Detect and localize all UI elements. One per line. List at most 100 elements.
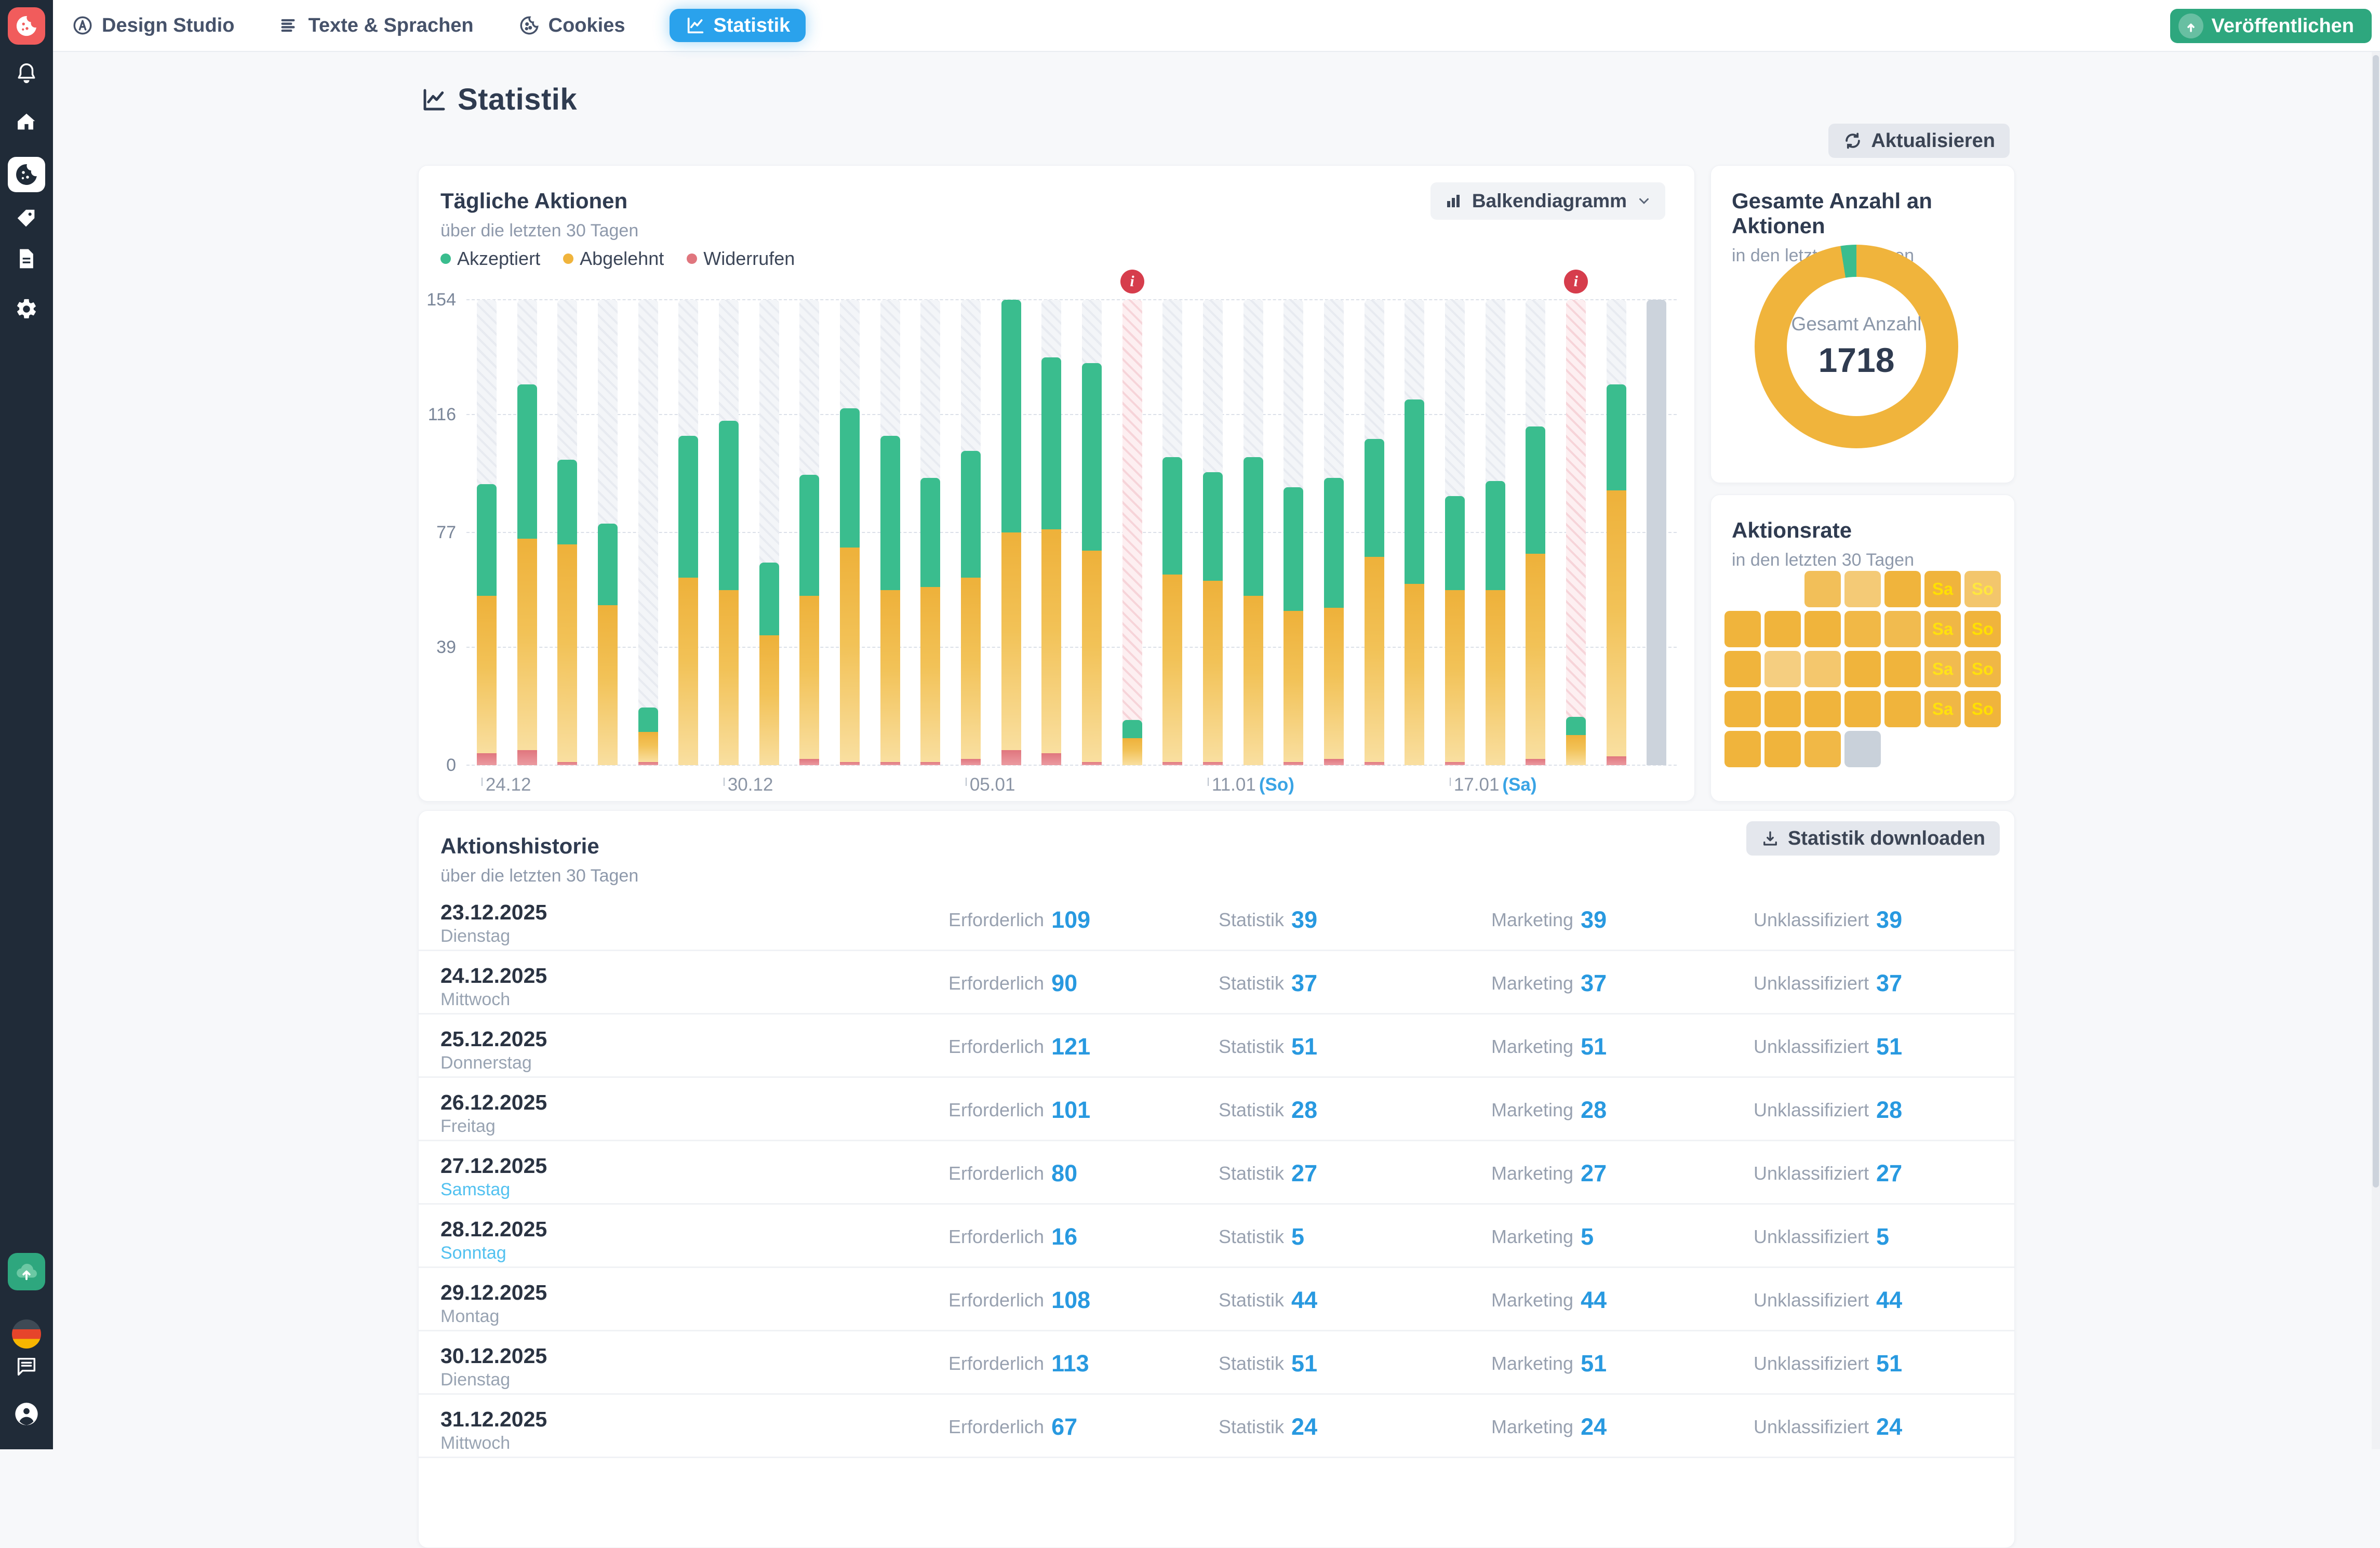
- stacked-bar[interactable]: [1486, 481, 1505, 765]
- stacked-bar-chart[interactable]: 03977116154ii 24.12 30.12 05.01 11.01 (S…: [466, 300, 1677, 765]
- history-row[interactable]: 28.12.2025 Sonntag Erforderlich 16 Stati…: [419, 1205, 2014, 1268]
- history-row[interactable]: 26.12.2025 Freitag Erforderlich 101 Stat…: [419, 1078, 2014, 1141]
- stacked-bar[interactable]: [517, 384, 537, 765]
- nav-statistik-active[interactable]: Statistik: [670, 9, 806, 42]
- heatmap-cell[interactable]: So: [1964, 611, 2001, 647]
- language-flag-german[interactable]: [12, 1319, 41, 1349]
- heatmap-cell[interactable]: [1724, 691, 1761, 727]
- sidebar-item-feedback[interactable]: [0, 1355, 53, 1379]
- heatmap-cell[interactable]: [1884, 571, 1921, 607]
- legend-item[interactable]: Akzeptiert: [440, 248, 540, 270]
- sidebar-item-notifications[interactable]: [0, 61, 53, 85]
- sidebar-item-profile[interactable]: [0, 1400, 53, 1427]
- stacked-bar[interactable]: [477, 484, 497, 765]
- history-row[interactable]: 23.12.2025 Dienstag Erforderlich 109 Sta…: [419, 888, 2014, 951]
- chart-type-select[interactable]: Balkendiagramm: [1430, 182, 1665, 220]
- heatmap-cell[interactable]: [1804, 731, 1841, 767]
- stacked-bar[interactable]: [557, 460, 577, 765]
- heatmap-cell[interactable]: [1804, 691, 1841, 727]
- heatmap-cell[interactable]: [1884, 651, 1921, 687]
- stacked-bar[interactable]: [759, 563, 779, 765]
- stacked-bar[interactable]: [1445, 496, 1465, 765]
- sidebar-item-cookies-active[interactable]: [8, 157, 45, 192]
- heatmap-cell[interactable]: So: [1964, 651, 2001, 687]
- stacked-bar[interactable]: [1203, 472, 1223, 765]
- stacked-bar[interactable]: [1041, 357, 1061, 765]
- heatmap-cell[interactable]: [1804, 571, 1841, 607]
- heatmap-cell[interactable]: [1804, 651, 1841, 687]
- publish-button[interactable]: Veröffentlichen: [2170, 9, 2372, 43]
- nav-design-studio[interactable]: Design Studio: [72, 15, 234, 37]
- stacked-bar[interactable]: [799, 475, 819, 765]
- nav-texte-sprachen[interactable]: Texte & Sprachen: [279, 15, 473, 37]
- stacked-bar[interactable]: [638, 708, 658, 765]
- scrollbar-thumb[interactable]: [2373, 55, 2379, 1187]
- heatmap-cell[interactable]: [1884, 611, 1921, 647]
- heatmap-cell[interactable]: [1844, 571, 1881, 607]
- stacked-bar[interactable]: [1324, 478, 1344, 765]
- alert-info-badge[interactable]: i: [1120, 270, 1144, 293]
- stacked-bar[interactable]: [1001, 300, 1021, 765]
- heatmap-cell[interactable]: So: [1964, 691, 2001, 727]
- sidebar-item-settings[interactable]: [0, 297, 53, 321]
- heatmap-cell[interactable]: [1724, 651, 1761, 687]
- bar-pending-day[interactable]: [1647, 300, 1666, 765]
- heatmap-cell[interactable]: [1844, 611, 1881, 647]
- heatmap-cell[interactable]: [1844, 651, 1881, 687]
- alert-info-badge[interactable]: i: [1564, 270, 1588, 293]
- stacked-bar[interactable]: [1244, 457, 1263, 765]
- legend-item[interactable]: Abgelehnt: [563, 248, 664, 270]
- history-row[interactable]: 24.12.2025 Mittwoch Erforderlich 90 Stat…: [419, 951, 2014, 1015]
- heatmap-cell[interactable]: [1764, 611, 1801, 647]
- bar-segment-denied: [1203, 581, 1223, 762]
- heatmap-cell[interactable]: [1884, 691, 1921, 727]
- stacked-bar[interactable]: [719, 421, 739, 765]
- heatmap-cell[interactable]: So: [1964, 571, 2001, 607]
- sidebar-item-home[interactable]: [0, 110, 53, 134]
- row-metric: Erforderlich 108: [948, 1287, 1090, 1314]
- stacked-bar[interactable]: [1607, 384, 1626, 765]
- stacked-bar[interactable]: [920, 478, 940, 765]
- scrollbar-track[interactable]: [2372, 52, 2380, 1449]
- heatmap-cell[interactable]: [1724, 731, 1761, 767]
- heatmap-cell[interactable]: Sa: [1924, 571, 1961, 607]
- stacked-bar[interactable]: [598, 524, 618, 765]
- heatmap-cell[interactable]: [1804, 611, 1841, 647]
- history-row[interactable]: 31.12.2025 Mittwoch Erforderlich 67 Stat…: [419, 1395, 2014, 1458]
- sidebar-item-documents[interactable]: [0, 247, 53, 270]
- history-row[interactable]: 29.12.2025 Montag Erforderlich 108 Stati…: [419, 1268, 2014, 1331]
- stacked-bar[interactable]: [1566, 717, 1586, 765]
- refresh-button[interactable]: Aktualisieren: [1828, 124, 2010, 158]
- stacked-bar[interactable]: [1283, 487, 1303, 765]
- sidebar-item-tags[interactable]: [0, 207, 53, 231]
- sidebar-publish-button[interactable]: [8, 1253, 45, 1290]
- stacked-bar[interactable]: [880, 436, 900, 765]
- stacked-bar[interactable]: [1405, 399, 1424, 765]
- stacked-bar[interactable]: [840, 408, 860, 765]
- stacked-bar[interactable]: [961, 451, 981, 765]
- heatmap-cell[interactable]: Sa: [1924, 651, 1961, 687]
- bar-segment-accepted: [678, 436, 698, 578]
- legend-item[interactable]: Widerrufen: [687, 248, 795, 270]
- heatmap-cell-pending[interactable]: [1844, 731, 1881, 767]
- heatmap-cell[interactable]: Sa: [1924, 611, 1961, 647]
- heatmap-cell[interactable]: [1844, 691, 1881, 727]
- app-logo[interactable]: [8, 7, 45, 45]
- nav-cookies[interactable]: Cookies: [518, 15, 625, 37]
- history-row[interactable]: 25.12.2025 Donnerstag Erforderlich 121 S…: [419, 1015, 2014, 1078]
- heatmap-cell[interactable]: [1764, 691, 1801, 727]
- history-row[interactable]: 30.12.2025 Dienstag Erforderlich 113 Sta…: [419, 1331, 2014, 1395]
- download-statistics-button[interactable]: Statistik downloaden: [1746, 821, 2000, 856]
- stacked-bar[interactable]: [1162, 457, 1182, 765]
- heatmap-cell[interactable]: [1724, 611, 1761, 647]
- stacked-bar[interactable]: [1526, 426, 1545, 765]
- heatmap-cell[interactable]: [1764, 651, 1801, 687]
- heatmap-cell[interactable]: Sa: [1924, 691, 1961, 727]
- history-row[interactable]: 27.12.2025 Samstag Erforderlich 80 Stati…: [419, 1141, 2014, 1205]
- stacked-bar[interactable]: [1365, 439, 1384, 765]
- stacked-bar[interactable]: [1082, 363, 1102, 765]
- heatmap-cell[interactable]: [1764, 731, 1801, 767]
- stacked-bar[interactable]: [678, 436, 698, 765]
- metric-value: 27: [1291, 1160, 1317, 1187]
- stacked-bar[interactable]: [1122, 720, 1142, 765]
